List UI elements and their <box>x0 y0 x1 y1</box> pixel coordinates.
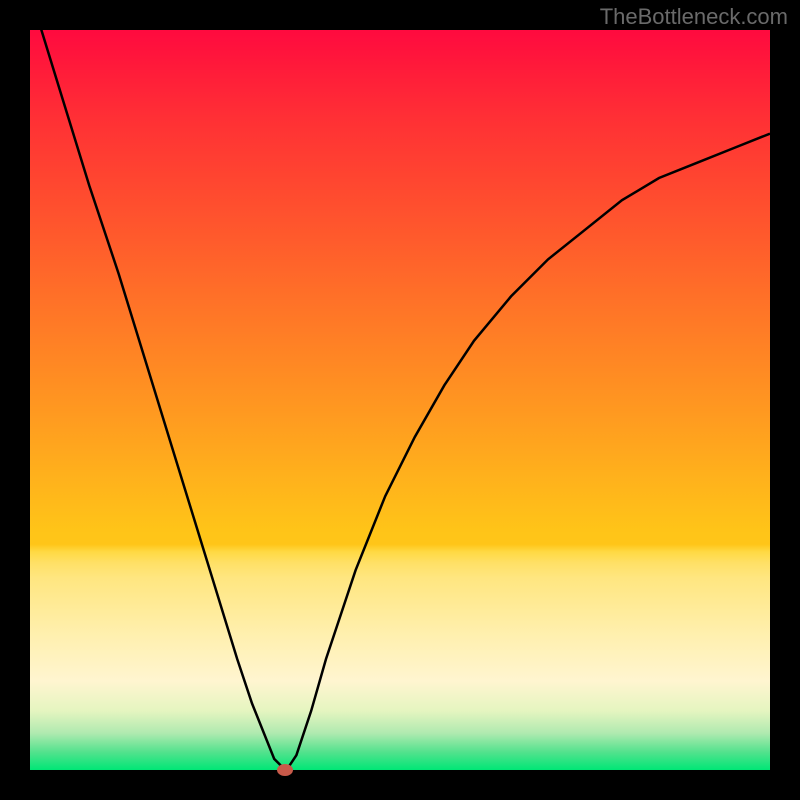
chart-plot-area <box>30 30 770 770</box>
optimal-point-marker <box>277 764 293 776</box>
bottleneck-curve <box>30 30 770 770</box>
watermark-text: TheBottleneck.com <box>600 4 788 30</box>
